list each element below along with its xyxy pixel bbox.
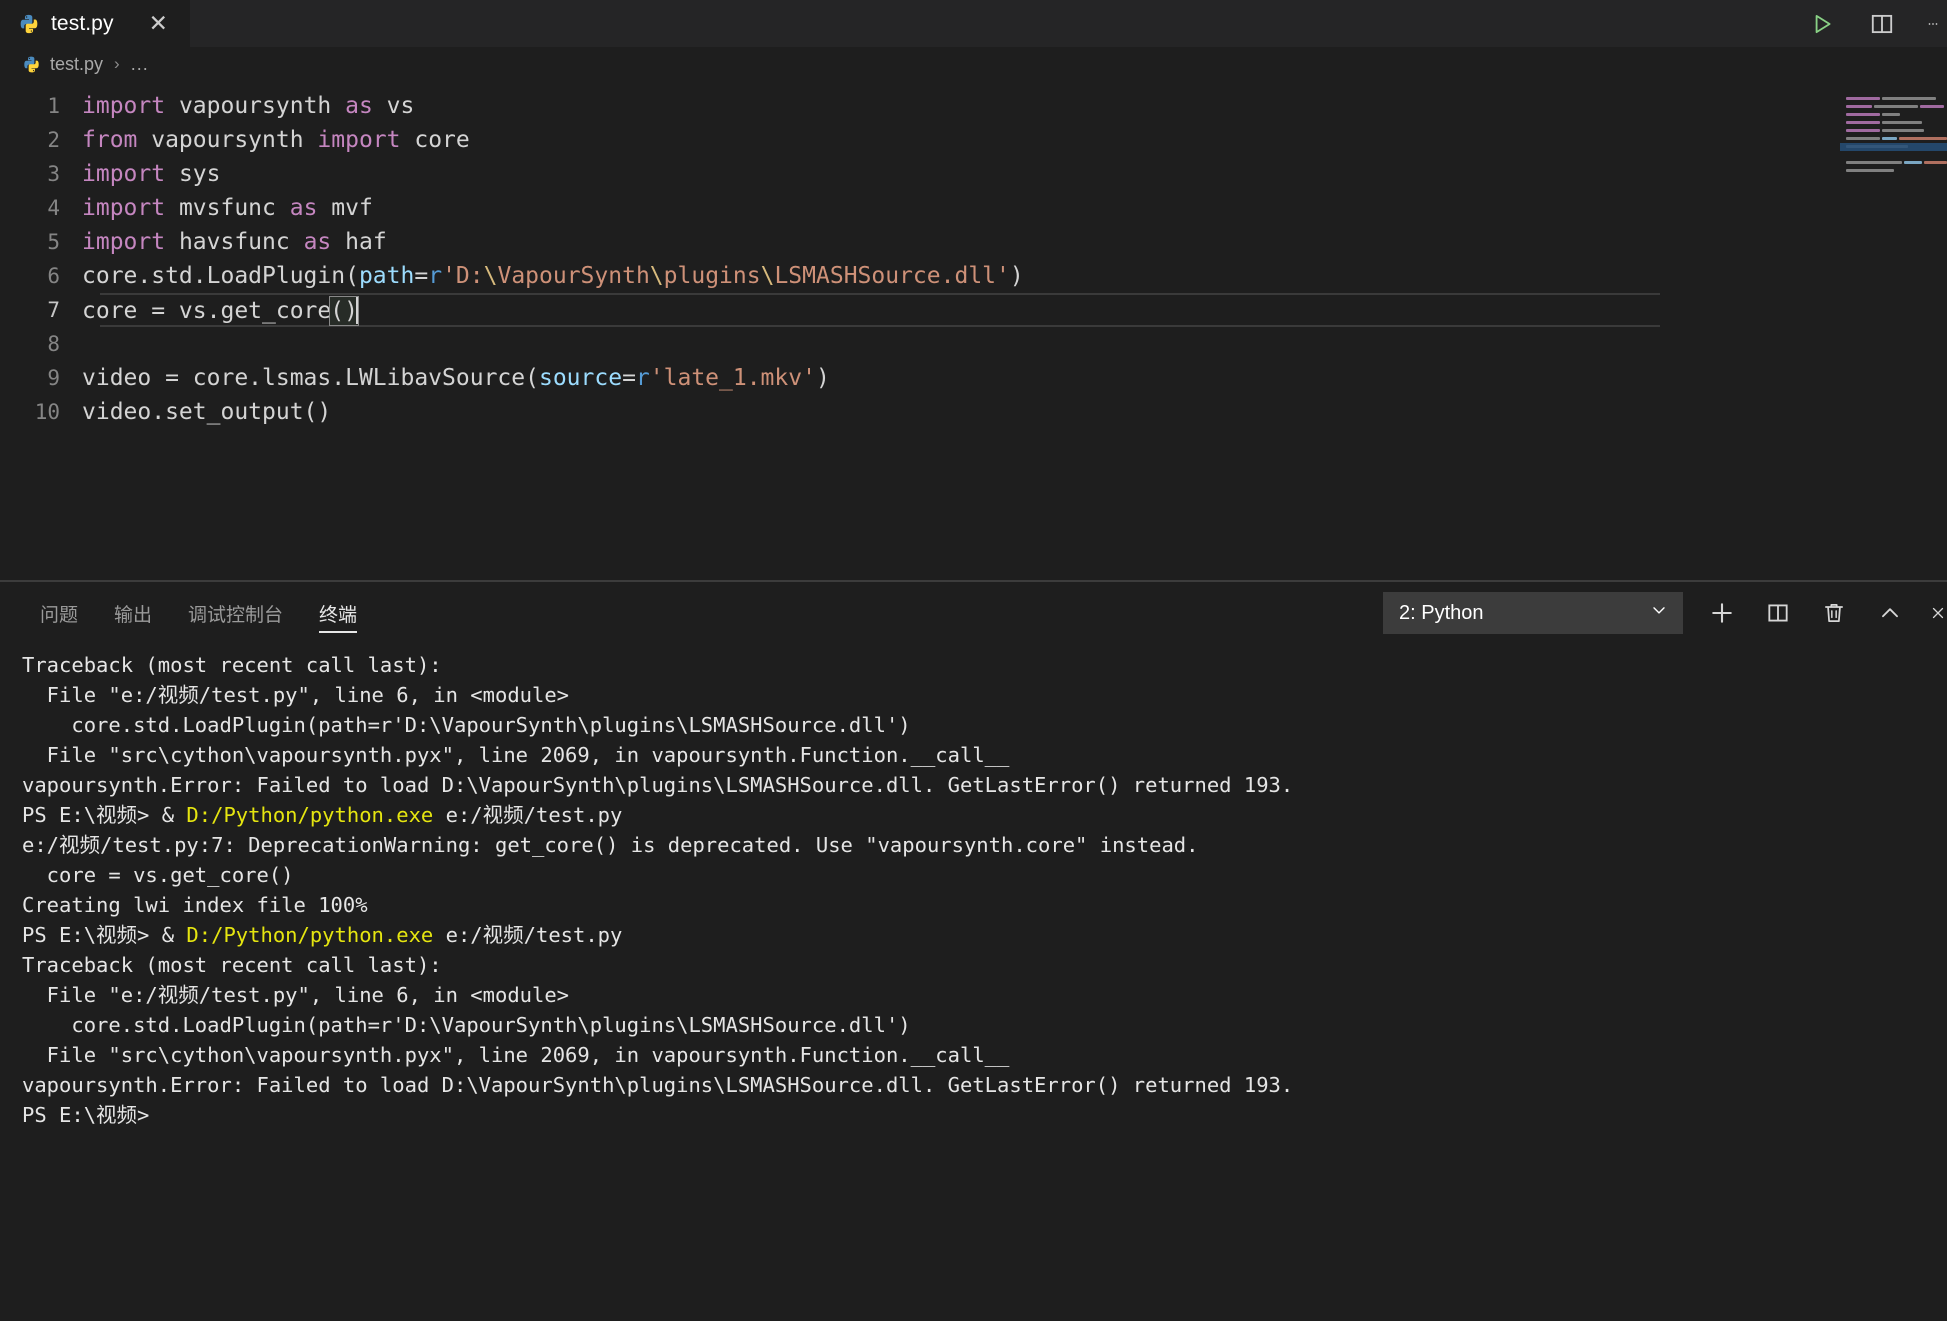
chevron-down-icon xyxy=(1649,600,1669,626)
panel-toolbar: 2: Python xyxy=(1383,592,1947,634)
terminal-line: PS E:\视频> xyxy=(22,1103,150,1127)
vscode-window: test.py ✕ test.py › ... 1 import vapours… xyxy=(0,0,1947,1321)
code-line[interactable]: 4 import mvsfunc as mvf xyxy=(0,191,1947,225)
code-editor[interactable]: 1 import vapoursynth as vs 2 from vapoursyn… xyxy=(0,81,1947,580)
terminal-line: Creating lwi index file 100% xyxy=(22,893,368,917)
panel-tab-label: 问题 xyxy=(40,604,79,626)
editor-tab-test-py[interactable]: test.py ✕ xyxy=(0,0,190,47)
split-icon[interactable] xyxy=(1761,596,1795,630)
panel-tab-list[interactable]: 问题 输出 调试控制台 终端 xyxy=(22,582,375,644)
terminal-line: vapoursynth.Error: Failed to load D:\Vap… xyxy=(22,1073,1294,1097)
code-line[interactable]: 9 video = core.lsmas.LWLibavSource(source… xyxy=(0,361,1947,395)
code-line[interactable]: 10 video.set_output() xyxy=(0,395,1947,429)
code-text: video = core.lsmas.LWLibavSource(source=… xyxy=(82,365,830,391)
chevron-right-icon: › xyxy=(114,54,120,73)
terminal-selector-value: 2: Python xyxy=(1399,601,1484,624)
line-number: 6 xyxy=(47,264,60,288)
python-icon xyxy=(22,55,41,74)
code-line[interactable]: 8 xyxy=(0,327,1947,361)
code-text: core.std.LoadPlugin(path=r'D:\VapourSynt… xyxy=(82,263,1024,289)
tab-terminal[interactable]: 终端 xyxy=(301,582,375,644)
code-lines[interactable]: 1 import vapoursynth as vs 2 from vapoursyn… xyxy=(0,81,1947,429)
breadcrumb: test.py › ... xyxy=(0,47,1947,81)
code-text: import sys xyxy=(82,161,221,187)
line-number: 7 xyxy=(47,298,60,322)
terminal-line: vapoursynth.Error: Failed to load D:\Vap… xyxy=(22,773,1294,797)
line-number: 8 xyxy=(47,332,60,356)
line-number: 3 xyxy=(47,162,60,186)
terminal-selector-dropdown[interactable]: 2: Python xyxy=(1383,592,1683,634)
code-text: video.set_output() xyxy=(82,399,332,425)
text-cursor xyxy=(355,296,358,324)
chevron-up-icon[interactable] xyxy=(1873,596,1907,630)
terminal-line: File "e:/视频/test.py", line 6, in <module… xyxy=(22,983,570,1007)
terminal-line: core.std.LoadPlugin(path=r'D:\VapourSynt… xyxy=(22,1013,911,1037)
terminal-output[interactable]: Traceback (most recent call last): File … xyxy=(0,644,1947,1321)
terminal-line: core.std.LoadPlugin(path=r'D:\VapourSynt… xyxy=(22,713,911,737)
bottom-panel: 问题 输出 调试控制台 终端 2: Python Traceback (most… xyxy=(0,580,1947,1321)
terminal-line: core = vs.get_core() xyxy=(22,863,294,887)
code-text: import vapoursynth as vs xyxy=(82,93,415,119)
terminal-line: File "e:/视频/test.py", line 6, in <module… xyxy=(22,683,570,707)
tab-output[interactable]: 输出 xyxy=(96,582,170,644)
panel-tab-label: 输出 xyxy=(114,604,153,626)
panel-header: 问题 输出 调试控制台 终端 2: Python xyxy=(0,582,1947,644)
editor-tab-label: test.py xyxy=(51,11,114,35)
play-triangle-icon[interactable] xyxy=(1807,9,1837,39)
terminal-line: Traceback (most recent call last): xyxy=(22,953,442,977)
split-editor-icon[interactable] xyxy=(1867,9,1897,39)
editor-toolbar xyxy=(1807,0,1947,47)
line-number: 1 xyxy=(47,94,60,118)
terminal-line: File "src\cython\vapoursynth.pyx", line … xyxy=(22,1043,1010,1067)
editor-tab-bar: test.py ✕ xyxy=(0,0,1947,47)
trash-icon[interactable] xyxy=(1817,596,1851,630)
tab-debug-console[interactable]: 调试控制台 xyxy=(170,582,301,644)
code-line[interactable]: 7 core = vs.get_core() xyxy=(0,293,1947,327)
terminal-line: e:/视频/test.py:7: DeprecationWarning: get… xyxy=(22,833,1199,857)
panel-tab-label: 调试控制台 xyxy=(188,604,284,626)
python-icon xyxy=(18,13,40,35)
code-line[interactable]: 2 from vapoursynth import core xyxy=(0,123,1947,157)
terminal-line: PS E:\视频> & D:/Python/python.exe e:/视频/t… xyxy=(22,923,623,947)
code-text: import mvsfunc as mvf xyxy=(82,195,373,221)
terminal-line: PS E:\视频> & D:/Python/python.exe e:/视频/t… xyxy=(22,803,623,827)
line-number: 4 xyxy=(47,196,60,220)
tab-problems[interactable]: 问题 xyxy=(22,582,96,644)
code-text: core = vs.get_core() xyxy=(82,295,359,326)
ellipsis-icon[interactable] xyxy=(1927,9,1939,39)
close-icon[interactable] xyxy=(1929,596,1947,630)
panel-tab-label: 终端 xyxy=(319,604,358,626)
code-text: import havsfunc as haf xyxy=(82,229,387,255)
code-text: from vapoursynth import core xyxy=(82,127,470,153)
bracket-match-highlight: () xyxy=(329,295,359,326)
code-line[interactable]: 5 import havsfunc as haf xyxy=(0,225,1947,259)
plus-icon[interactable] xyxy=(1705,596,1739,630)
breadcrumb-file[interactable]: test.py xyxy=(50,54,103,75)
terminal-line: Traceback (most recent call last): xyxy=(22,653,442,677)
line-number: 9 xyxy=(47,366,60,390)
line-number: 5 xyxy=(47,230,60,254)
breadcrumb-symbols[interactable]: ... xyxy=(131,54,149,75)
terminal-line: File "src\cython\vapoursynth.pyx", line … xyxy=(22,743,1010,767)
line-number: 10 xyxy=(34,400,60,424)
close-icon[interactable]: ✕ xyxy=(149,12,168,35)
code-line[interactable]: 1 import vapoursynth as vs xyxy=(0,89,1947,123)
line-number: 2 xyxy=(47,128,60,152)
code-line[interactable]: 3 import sys xyxy=(0,157,1947,191)
code-line[interactable]: 6 core.std.LoadPlugin(path=r'D:\VapourSyn… xyxy=(0,259,1947,293)
